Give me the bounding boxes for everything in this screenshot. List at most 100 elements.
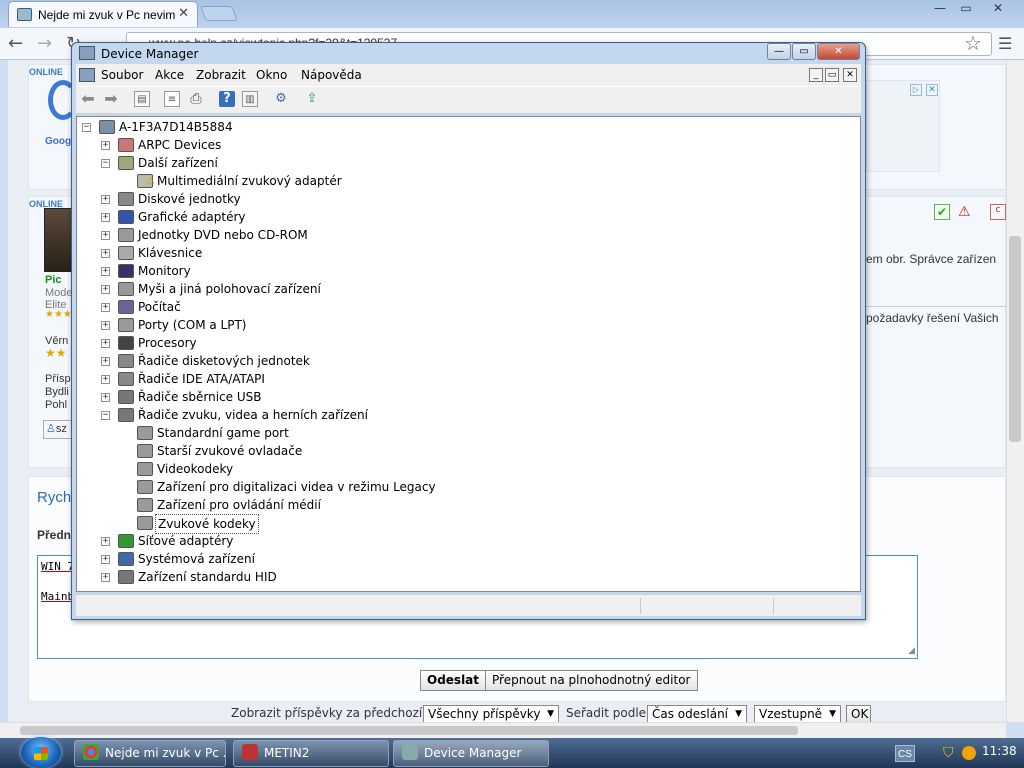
device-label[interactable]: Počítač	[136, 298, 183, 316]
new-tab-button[interactable]	[200, 6, 238, 21]
menu-okno[interactable]: Okno	[256, 68, 287, 82]
mdi-restore-button[interactable]: ▭	[825, 68, 839, 82]
back-arrow-icon[interactable]: ←	[8, 33, 23, 54]
browser-close-button[interactable]: ✕	[986, 1, 1010, 17]
mdi-minimize-button[interactable]: _	[809, 68, 823, 82]
device-label[interactable]: Starší zvukové ovladače	[155, 442, 304, 460]
expand-icon[interactable]: +	[101, 555, 110, 564]
dm-minimize-button[interactable]: —	[767, 43, 791, 60]
expand-icon[interactable]: +	[101, 141, 110, 150]
device-label[interactable]: Řadiče disketových jednotek	[136, 352, 312, 370]
forward-icon[interactable]: ➡	[103, 91, 119, 107]
device-label[interactable]: Zařízení standardu HID	[136, 568, 279, 586]
device-label[interactable]: Diskové jednotky	[136, 190, 243, 208]
mdi-close-button[interactable]: ✕	[843, 68, 857, 82]
sort-select[interactable]: Čas odeslání ▼	[647, 705, 747, 723]
collapse-icon[interactable]: −	[101, 159, 110, 168]
user-avatar[interactable]	[44, 208, 72, 272]
device-label[interactable]: Monitory	[136, 262, 193, 280]
help-icon[interactable]: ?	[219, 91, 235, 107]
ad-close-icon[interactable]: ✕	[926, 84, 938, 96]
show-hide-tree-icon[interactable]: ▤	[134, 91, 150, 107]
resize-grip-icon[interactable]: ◢	[908, 646, 915, 656]
device-label[interactable]: Síťové adaptéry	[136, 532, 235, 550]
send-button[interactable]: Odeslat	[420, 670, 487, 691]
expand-icon[interactable]: +	[101, 393, 110, 402]
ok-button[interactable]: OK	[846, 705, 871, 723]
browser-maximize-button[interactable]: ▭	[954, 1, 978, 17]
collapse-icon[interactable]: −	[101, 411, 110, 420]
expand-icon[interactable]: +	[101, 375, 110, 384]
switch-editor-button[interactable]: Přepnout na plnohodnotný editor	[485, 670, 698, 691]
taskbar-item-chrome[interactable]: Nejde mi zvuk v Pc ...	[74, 740, 226, 767]
menu-zobrazit[interactable]: Zobrazit	[196, 68, 246, 82]
bookmark-star-icon[interactable]: ☆	[964, 31, 982, 55]
scan-hardware-icon[interactable]: ⚙	[273, 91, 289, 107]
menu-napoveda[interactable]: Nápověda	[301, 68, 362, 82]
expand-icon[interactable]: +	[101, 231, 110, 240]
device-label[interactable]: Další zařízení	[136, 154, 220, 172]
quote-icon[interactable]: c	[990, 204, 1006, 220]
properties-icon[interactable]: ≡	[164, 91, 180, 107]
expand-icon[interactable]: +	[101, 537, 110, 546]
expand-icon[interactable]: +	[101, 195, 110, 204]
device-label[interactable]: Grafické adaptéry	[136, 208, 248, 226]
collapse-icon[interactable]: −	[82, 123, 91, 132]
tray-app-icon[interactable]	[962, 746, 976, 760]
device-label[interactable]: Klávesnice	[136, 244, 204, 262]
update-driver-icon[interactable]: ⇪	[304, 91, 320, 107]
approve-icon[interactable]: ✔	[934, 204, 950, 220]
expand-icon[interactable]: +	[101, 357, 110, 366]
device-label[interactable]: Multimediální zvukový adaptér	[155, 172, 344, 190]
dm-maximize-button[interactable]: ▭	[792, 43, 816, 60]
menu-akce[interactable]: Akce	[155, 68, 184, 82]
dm-system-menu-icon[interactable]	[79, 68, 95, 82]
device-label[interactable]: Řadiče sběrnice USB	[136, 388, 264, 406]
expand-icon[interactable]: +	[101, 285, 110, 294]
expand-icon[interactable]: +	[101, 213, 110, 222]
vertical-scroll-thumb[interactable]	[1009, 236, 1021, 442]
device-label[interactable]: Myši a jiná polohovací zařízení	[136, 280, 323, 298]
print-icon[interactable]: ⎙	[188, 91, 204, 107]
tab-active[interactable]: Nejde mi zvuk v Pc nevim ✕	[8, 1, 198, 27]
order-select[interactable]: Vzestupně ▼	[754, 705, 841, 723]
forward-arrow-icon[interactable]: →	[37, 33, 52, 54]
device-label[interactable]: Videokodeky	[155, 460, 235, 478]
adchoices-icon[interactable]: ▷	[910, 84, 922, 96]
expand-icon[interactable]: +	[101, 339, 110, 348]
taskbar-item-device-manager[interactable]: Device Manager	[393, 740, 549, 767]
browser-minimize-button[interactable]: —	[928, 1, 952, 17]
expand-icon[interactable]: +	[101, 267, 110, 276]
back-icon[interactable]: ⬅	[80, 91, 96, 107]
device-label[interactable]: Zařízení pro digitalizaci videa v režimu…	[155, 478, 438, 496]
device-label[interactable]: Zařízení pro ovládání médií	[155, 496, 323, 514]
device-label[interactable]: Řadiče IDE ATA/ATAPI	[136, 370, 267, 388]
device-label[interactable]: Zvukové kodeky	[155, 514, 259, 534]
dm-close-button[interactable]: ✕	[817, 43, 860, 60]
expand-icon[interactable]: +	[101, 573, 110, 582]
expand-icon[interactable]: +	[101, 321, 110, 330]
expand-icon[interactable]: +	[101, 249, 110, 258]
horizontal-scroll-thumb[interactable]	[20, 726, 798, 735]
device-label[interactable]: Standardní game port	[155, 424, 291, 442]
tab-close-icon[interactable]: ✕	[178, 6, 189, 21]
device-label[interactable]: Porty (COM a LPT)	[136, 316, 248, 334]
clock[interactable]: 11:38	[982, 744, 1017, 758]
action-pane-icon[interactable]: ▥	[242, 91, 258, 107]
user-name[interactable]: Pic	[45, 274, 62, 286]
device-label[interactable]: Systémová zařízení	[136, 550, 257, 568]
device-label[interactable]: Jednotky DVD nebo CD-ROM	[136, 226, 310, 244]
wrench-menu-icon[interactable]: ☰	[998, 34, 1012, 53]
security-shield-icon[interactable]: ⛉	[943, 745, 954, 761]
device-label[interactable]: Procesory	[136, 334, 199, 352]
filter-select[interactable]: Všechny příspěvky ▼	[423, 705, 559, 723]
language-indicator[interactable]: CS	[895, 745, 915, 762]
taskbar-item-metin2[interactable]: METIN2	[233, 740, 389, 767]
menu-soubor[interactable]: Soubor	[101, 68, 143, 82]
report-icon[interactable]: ⚠	[958, 204, 971, 220]
expand-icon[interactable]: +	[101, 303, 110, 312]
user-contact-button[interactable]: ♙sz	[43, 420, 73, 439]
device-label[interactable]: Řadiče zvuku, videa a herních zařízení	[136, 406, 370, 424]
device-label[interactable]: A-1F3A7D14B5884	[117, 118, 235, 136]
device-label[interactable]: ARPC Devices	[136, 136, 223, 154]
